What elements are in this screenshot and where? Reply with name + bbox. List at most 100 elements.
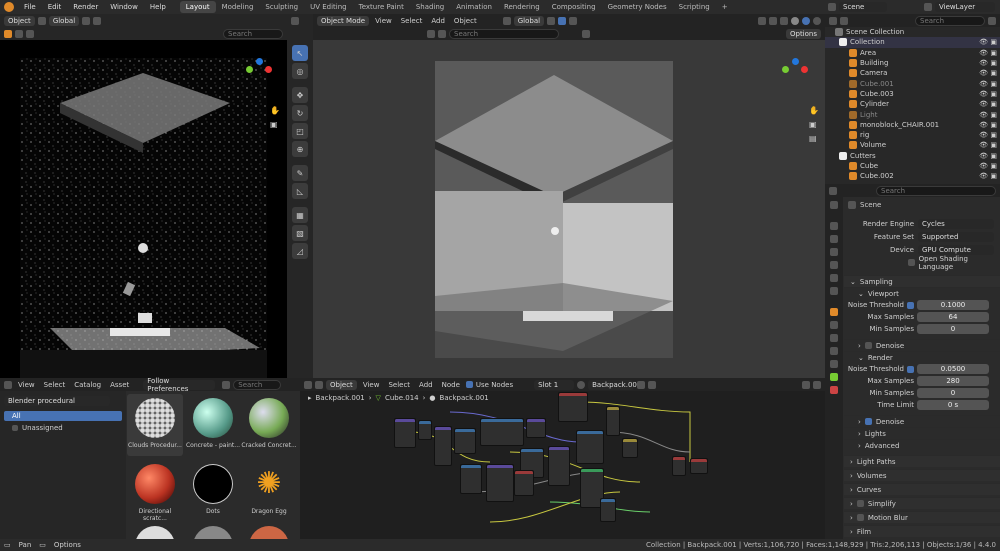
r-max-field[interactable]: 280 bbox=[917, 376, 989, 386]
outliner-item-cube003[interactable]: Cube.003 👁 ▣ bbox=[825, 89, 1000, 99]
eye-icon[interactable]: 👁 bbox=[979, 38, 988, 46]
scene-selector[interactable]: Scene bbox=[828, 2, 887, 12]
shader-node[interactable] bbox=[514, 470, 534, 496]
outliner-item-camera[interactable]: Camera 👁 ▣ bbox=[825, 68, 1000, 78]
properties-search-input[interactable]: Search bbox=[876, 185, 996, 196]
vp-noise-checkbox[interactable] bbox=[907, 301, 914, 309]
pin-icon[interactable] bbox=[648, 380, 657, 389]
vp-denoise-header[interactable]: › Denoise bbox=[844, 339, 1000, 351]
device-dropdown[interactable]: GPU Compute bbox=[918, 244, 994, 255]
render-toggle-icon[interactable]: ▣ bbox=[990, 100, 997, 108]
advanced-panel-header[interactable]: › Advanced bbox=[844, 439, 1000, 451]
menu-file[interactable]: File bbox=[18, 3, 42, 11]
menu-help[interactable]: Help bbox=[144, 3, 172, 11]
camera-view-icon[interactable]: ▣ bbox=[270, 118, 280, 132]
eye-icon[interactable]: 👁 bbox=[979, 172, 988, 180]
asset-tile[interactable]: Directional scratc... bbox=[127, 460, 183, 522]
tab-rendering[interactable]: Rendering bbox=[498, 1, 546, 13]
r-min-field[interactable]: 0 bbox=[917, 388, 989, 398]
outliner-search-input[interactable]: Search bbox=[915, 15, 985, 26]
asset-menu-catalog[interactable]: Catalog bbox=[71, 381, 104, 389]
camera-icon[interactable]: ▣ bbox=[809, 118, 819, 132]
particles-tab-icon[interactable] bbox=[830, 334, 838, 342]
asset-library-dropdown[interactable]: Blender procedural bbox=[4, 396, 110, 406]
outliner-item-volume[interactable]: Volume 👁 ▣ bbox=[825, 140, 1000, 150]
asset-editor-type-icon[interactable] bbox=[4, 380, 12, 389]
menu-render[interactable]: Render bbox=[67, 3, 104, 11]
transform-icon[interactable] bbox=[37, 16, 46, 25]
import-method-dropdown[interactable]: Follow Preferences bbox=[143, 377, 216, 393]
asset-menu-select[interactable]: Select bbox=[41, 381, 69, 389]
shader-editor[interactable]: Object View Select Add Node Use Nodes Sl… bbox=[300, 378, 825, 539]
slot-dropdown[interactable]: Slot 1 bbox=[534, 379, 575, 390]
snap-target-icon[interactable] bbox=[558, 16, 567, 25]
eye-icon[interactable]: 👁 bbox=[979, 111, 988, 119]
hand-icon[interactable]: ✋ bbox=[809, 104, 819, 118]
view-layer-name[interactable]: ViewLayer bbox=[935, 2, 995, 12]
render-subpanel-header[interactable]: ⌄ Render bbox=[844, 351, 1000, 363]
asset-tile[interactable]: Cracked Concret... bbox=[241, 394, 297, 456]
render-tab-icon[interactable] bbox=[830, 222, 838, 230]
r-noise-checkbox[interactable] bbox=[907, 365, 914, 373]
node-menu-add[interactable]: Add bbox=[416, 381, 436, 389]
lights-panel-header[interactable]: › Lights bbox=[844, 427, 1000, 439]
eye-icon[interactable]: 👁 bbox=[979, 141, 988, 149]
vp-max-field[interactable]: 64 bbox=[917, 312, 989, 322]
motion-blur-checkbox[interactable] bbox=[856, 514, 864, 521]
eye-icon[interactable]: 👁 bbox=[979, 162, 988, 170]
subheader-select-icon[interactable] bbox=[427, 29, 435, 38]
visibility-icon[interactable] bbox=[758, 16, 766, 25]
eye-icon[interactable]: 👁 bbox=[979, 90, 988, 98]
asset-thumbnail-partial[interactable] bbox=[249, 526, 289, 539]
proportional-icon[interactable] bbox=[93, 16, 102, 25]
render-toggle-icon[interactable]: ▣ bbox=[990, 38, 997, 46]
viewport-subpanel-header[interactable]: ⌄ Viewport bbox=[844, 287, 1000, 299]
motion-blur-panel[interactable]: › Motion Blur bbox=[844, 511, 1000, 523]
constraints-tab-icon[interactable] bbox=[830, 360, 838, 368]
sampling-panel-header[interactable]: ⌄ Sampling bbox=[844, 275, 1000, 287]
outliner-item-cutters[interactable]: Cutters 👁 ▣ bbox=[825, 151, 1000, 161]
tab-animation[interactable]: Animation bbox=[450, 1, 498, 13]
add-object-tool-icon[interactable]: ▧ bbox=[292, 225, 308, 241]
move-tool-icon[interactable]: ✥ bbox=[292, 87, 308, 103]
outliner-item-cylinder[interactable]: Cylinder 👁 ▣ bbox=[825, 99, 1000, 109]
outliner-item-collection[interactable]: Collection 👁 ▣ bbox=[825, 37, 1000, 48]
tab-geometry-nodes[interactable]: Geometry Nodes bbox=[602, 1, 673, 13]
outliner-item-light[interactable]: Light 👁 ▣ bbox=[825, 109, 1000, 119]
asset-tile[interactable]: Clouds Procedur... bbox=[127, 394, 183, 456]
scale-tool-icon[interactable]: ◰ bbox=[292, 123, 308, 139]
cursor-tool-icon[interactable]: ◎ bbox=[292, 63, 308, 79]
shader-node[interactable] bbox=[418, 420, 432, 440]
properties-type-icon[interactable] bbox=[829, 186, 837, 195]
asset-thumbnail-partial[interactable] bbox=[193, 526, 233, 539]
outliner-item-cube[interactable]: Cube 👁 ▣ bbox=[825, 161, 1000, 171]
modifier-tab-icon[interactable] bbox=[830, 321, 838, 329]
shader-node[interactable] bbox=[558, 392, 588, 422]
r-denoise-header[interactable]: › Denoise bbox=[844, 415, 1000, 427]
tab-shading[interactable]: Shading bbox=[410, 1, 450, 13]
pan-hand-icon[interactable]: ✋ bbox=[270, 104, 280, 118]
overlay-toggle-icon[interactable] bbox=[780, 16, 788, 25]
asset-menu-view[interactable]: View bbox=[15, 381, 38, 389]
eye-icon[interactable]: 👁 bbox=[979, 100, 988, 108]
select-tool-icon[interactable]: ↖ bbox=[292, 45, 308, 61]
shading-rendered-icon[interactable] bbox=[813, 16, 821, 25]
material-name-field[interactable]: Backpack.001 bbox=[588, 379, 641, 390]
transform-tool-icon[interactable]: ⊕ bbox=[292, 141, 308, 157]
gizmo-toggle-icon[interactable] bbox=[769, 16, 777, 25]
outliner-filter-icon[interactable] bbox=[988, 16, 996, 25]
outliner-item-area[interactable]: Area 👁 ▣ bbox=[825, 48, 1000, 58]
shader-node[interactable] bbox=[622, 438, 638, 458]
breadcrumb-object[interactable]: Backpack.001 bbox=[316, 394, 365, 402]
shader-node[interactable] bbox=[434, 426, 452, 466]
eye-icon[interactable]: 👁 bbox=[979, 69, 988, 77]
world-tab-icon[interactable] bbox=[830, 274, 838, 282]
node-editor-type-icon[interactable] bbox=[304, 380, 312, 389]
shader-node[interactable] bbox=[690, 458, 708, 474]
tab-layout[interactable]: Layout bbox=[179, 1, 216, 13]
shader-node[interactable] bbox=[454, 428, 476, 454]
use-nodes-checkbox[interactable] bbox=[465, 381, 473, 388]
render-toggle-icon[interactable]: ▣ bbox=[990, 121, 997, 129]
annotate-tool-icon[interactable]: ✎ bbox=[292, 165, 308, 181]
tab-modeling[interactable]: Modeling bbox=[216, 1, 260, 13]
